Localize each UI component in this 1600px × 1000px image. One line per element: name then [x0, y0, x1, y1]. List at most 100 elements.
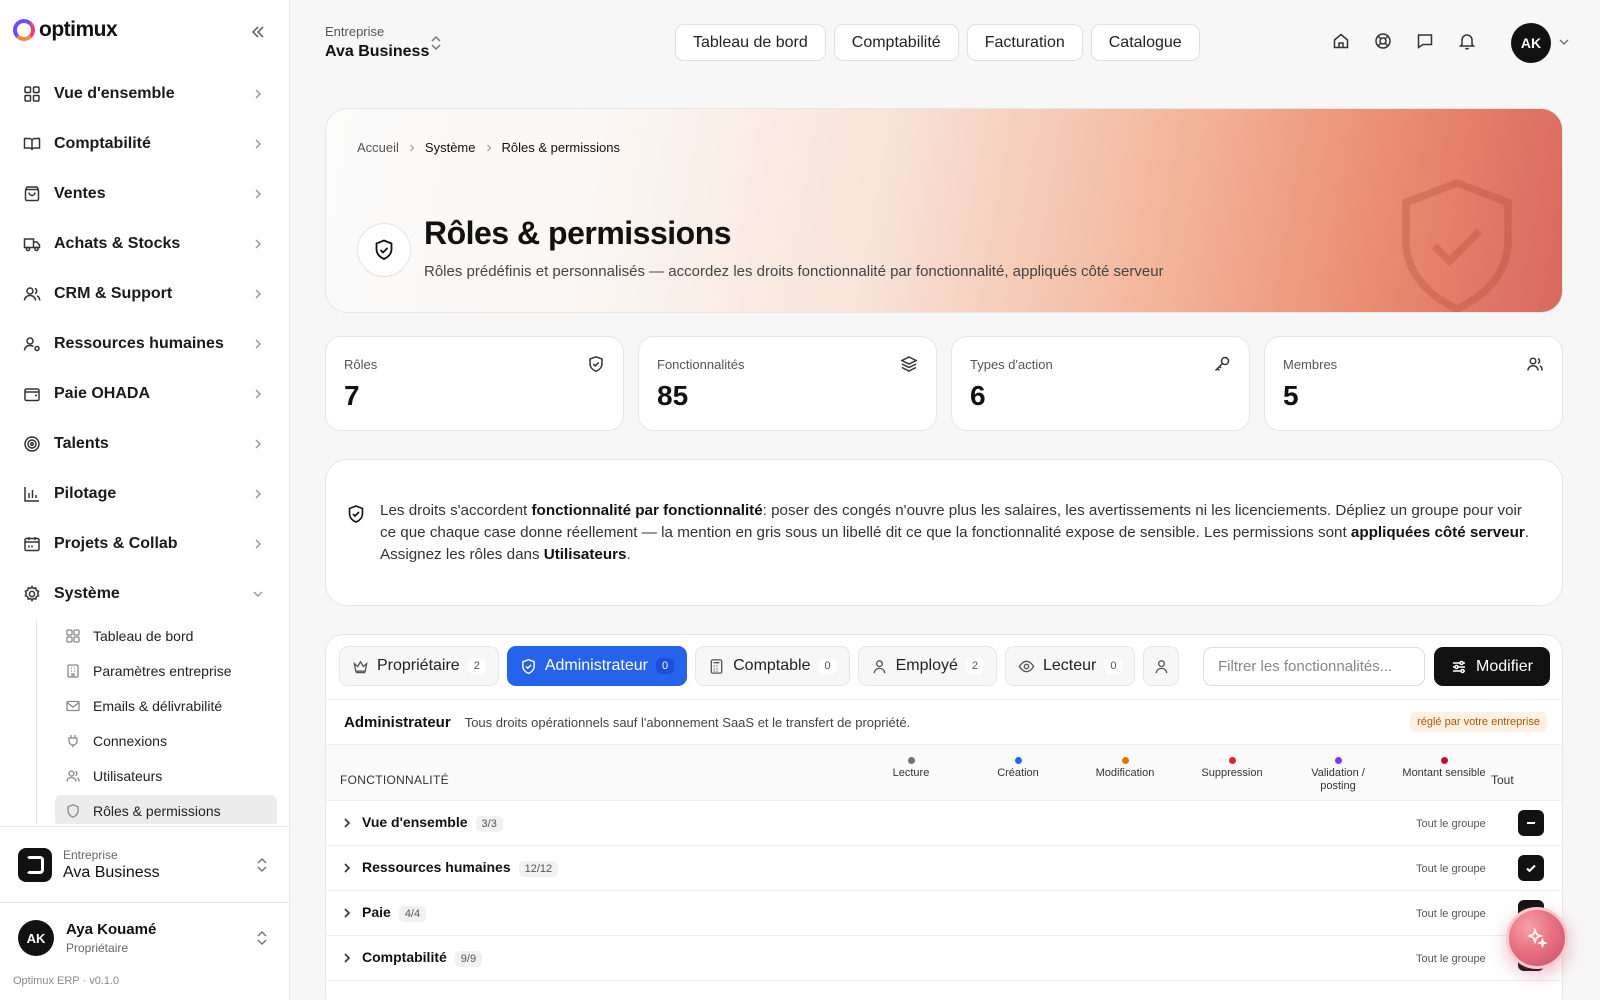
user-switcher[interactable]: AK Aya Kouamé Propriétaire: [0, 903, 289, 973]
table-row[interactable]: Ressources humaines 12/12 Tout le groupe: [326, 846, 1562, 891]
permissions-table-header: FONCTIONNALITÉ Lecture Création Modifica…: [326, 745, 1562, 801]
stat-value: 5: [1283, 380, 1299, 411]
selected-role-summary: Administrateur Tous droits opérationnels…: [326, 699, 1562, 745]
sidebar-item-crm-support[interactable]: CRM & Support: [12, 272, 278, 316]
user-cog-icon: [22, 334, 42, 354]
chevron-right-icon: [250, 436, 266, 452]
role-tabs: Propriétaire 2 Administrateur 0 Comptabl…: [339, 646, 1180, 686]
column-header-lecture[interactable]: Lecture: [861, 757, 961, 780]
subnav-item-roles-permissions[interactable]: Rôles & permissions: [55, 795, 277, 824]
brand-logo[interactable]: optimux: [13, 18, 118, 42]
chevron-right-icon[interactable]: [340, 816, 354, 830]
role-tab-administrateur[interactable]: Administrateur 0: [506, 646, 688, 686]
tab-tableau-de-bord[interactable]: Tableau de bord: [675, 24, 826, 61]
chevron-right-icon: [250, 236, 266, 252]
sidebar-item-talents[interactable]: Talents: [12, 422, 278, 466]
permissions-info-card: Les droits s'accordent fonctionnalité pa…: [325, 459, 1563, 606]
building-icon: [65, 663, 81, 679]
sidebar-item-comptabilite[interactable]: Comptabilité: [12, 122, 278, 166]
chevron-right-icon: [250, 136, 266, 152]
top-icons: [1331, 31, 1477, 51]
breadcrumb-systeme[interactable]: Système: [425, 140, 476, 155]
grid-icon: [22, 84, 42, 104]
modify-button[interactable]: Modifier: [1434, 647, 1550, 686]
message-icon[interactable]: [1415, 31, 1435, 51]
sidebar-nav: Vue d'ensemble Comptabilité Ventes Achat…: [12, 72, 278, 824]
group-checkbox-checked[interactable]: [1518, 855, 1544, 881]
user-role: Propriétaire: [66, 941, 129, 955]
role-tab-proprietaire[interactable]: Propriétaire 2: [339, 646, 499, 686]
chevron-down-icon: [250, 586, 266, 602]
sidebar-item-label: Projets & Collab: [54, 535, 178, 552]
role-tab-lecteur[interactable]: Lecteur 0: [1004, 646, 1136, 686]
tab-comptabilite[interactable]: Comptabilité: [833, 24, 959, 61]
feature-filter-input[interactable]: [1203, 647, 1425, 686]
stat-card-types-action: Types d'action 6: [951, 336, 1250, 431]
feature-group-name: Ressources humaines 12/12: [362, 859, 559, 877]
sidebar-item-ventes[interactable]: Ventes: [12, 172, 278, 216]
sidebar-item-projets-collab[interactable]: Projets & Collab: [12, 522, 278, 566]
sliders-icon: [1451, 659, 1467, 675]
group-checkbox-partial[interactable]: [1518, 810, 1544, 836]
table-row[interactable]: Vue d'ensemble 3/3 Tout le groupe: [326, 801, 1562, 846]
column-header-creation[interactable]: Création: [968, 757, 1068, 780]
shield-check-icon: [346, 504, 366, 524]
table-row[interactable]: Comptabilité 9/9 Tout le groupe: [326, 936, 1562, 981]
page-title: Rôles & permissions: [424, 215, 732, 251]
column-color-dot: [1121, 757, 1129, 764]
sidebar-item-label: Ventes: [54, 185, 106, 202]
subnav-item-parametres-entreprise[interactable]: Paramètres entreprise: [55, 655, 277, 687]
role-member-count: 2: [467, 658, 486, 674]
page-icon: [357, 223, 411, 277]
subnav-item-emails[interactable]: Emails & délivrabilité: [55, 690, 277, 722]
company-switcher-name: Ava Business: [63, 863, 160, 881]
subnav-item-tableau-de-bord[interactable]: Tableau de bord: [55, 620, 277, 652]
tab-facturation[interactable]: Facturation: [966, 24, 1083, 61]
sidebar-item-pilotage[interactable]: Pilotage: [12, 472, 278, 516]
chevron-right-icon[interactable]: [340, 951, 354, 965]
top-user-avatar[interactable]: AK: [1511, 23, 1551, 63]
stat-label: Fonctionnalités: [657, 357, 745, 372]
topbar: Entreprise Ava Business Tableau de bord …: [290, 0, 1600, 86]
user-icon: [1153, 658, 1170, 675]
chevron-updown-icon: [429, 34, 443, 52]
subnav-item-connexions[interactable]: Connexions: [55, 725, 277, 757]
sidebar-item-systeme[interactable]: Système: [12, 572, 278, 616]
brand-mark-icon: [13, 19, 35, 41]
column-color-dot: [907, 757, 915, 764]
gear-icon: [22, 584, 42, 604]
role-tab-label: Propriétaire: [377, 657, 460, 674]
entreprise-selector[interactable]: Entreprise Ava Business: [325, 24, 441, 61]
sidebar-item-paie-ohada[interactable]: Paie OHADA: [12, 372, 278, 416]
help-icon[interactable]: [1373, 31, 1393, 51]
shield-icon: [520, 658, 537, 675]
feature-group-count: 3/3: [475, 816, 503, 832]
role-tab-employe[interactable]: Employé 2: [857, 646, 997, 686]
home-icon[interactable]: [1331, 31, 1351, 51]
role-tab-comptable[interactable]: Comptable 0: [695, 646, 850, 686]
role-tab-more[interactable]: [1143, 646, 1180, 686]
subnav-item-utilisateurs[interactable]: Utilisateurs: [55, 760, 277, 792]
chevron-right-icon[interactable]: [340, 861, 354, 875]
column-header-validation[interactable]: Validation / posting: [1288, 757, 1388, 793]
chevron-down-icon[interactable]: [1557, 35, 1571, 49]
column-header-suppression[interactable]: Suppression: [1182, 757, 1282, 780]
collapse-sidebar-icon[interactable]: [248, 22, 268, 42]
chevron-right-icon[interactable]: [340, 906, 354, 920]
role-tab-label: Lecteur: [1042, 657, 1097, 674]
group-toggle-label: Tout le groupe: [1416, 863, 1486, 875]
sidebar-item-ressources-humaines[interactable]: Ressources humaines: [12, 322, 278, 366]
column-header-modification[interactable]: Modification: [1075, 757, 1175, 780]
sidebar-item-achats-stocks[interactable]: Achats & Stocks: [12, 222, 278, 266]
table-row[interactable]: Paie 4/4 Tout le groupe: [326, 891, 1562, 936]
entreprise-label: Entreprise: [325, 24, 385, 39]
ai-assistant-button[interactable]: [1506, 907, 1568, 969]
sidebar-item-label: Talents: [54, 435, 109, 452]
sidebar-item-vue-ensemble[interactable]: Vue d'ensemble: [12, 72, 278, 116]
bell-icon[interactable]: [1457, 31, 1477, 51]
company-switcher[interactable]: Entreprise Ava Business: [0, 827, 289, 903]
users-link[interactable]: Utilisateurs: [544, 546, 627, 563]
breadcrumb-accueil[interactable]: Accueil: [357, 140, 399, 155]
tab-catalogue[interactable]: Catalogue: [1090, 24, 1200, 61]
column-header-montant-sensible[interactable]: Montant sensible: [1394, 757, 1494, 780]
